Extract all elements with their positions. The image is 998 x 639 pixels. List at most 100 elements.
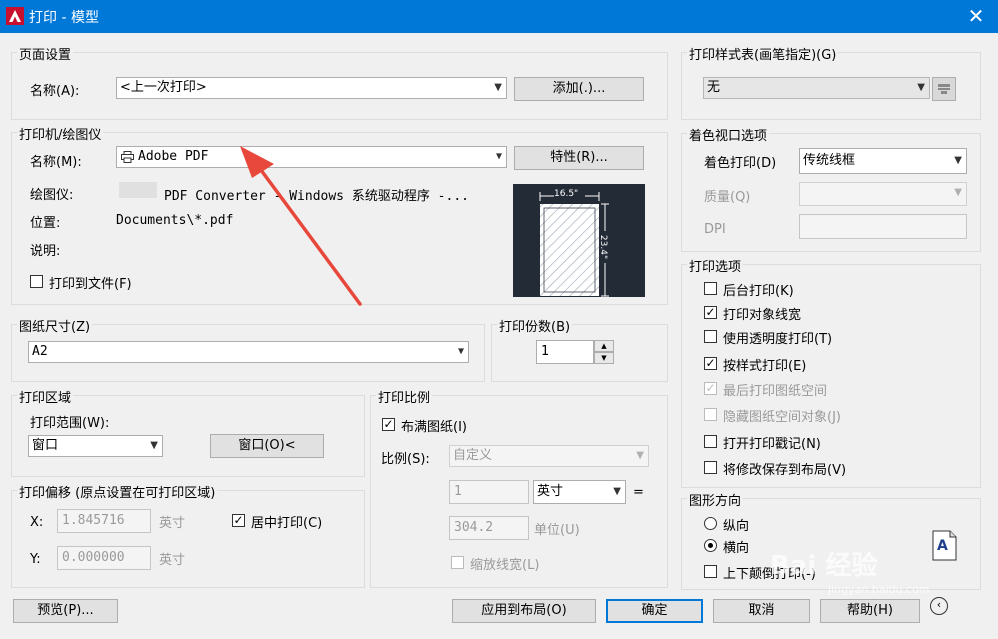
collapse-options-icon[interactable]: ‹ xyxy=(930,597,948,615)
portrait-radio[interactable] xyxy=(704,517,717,530)
description-label: 说明: xyxy=(30,244,61,259)
plot-option-label: 打开打印戳记(N) xyxy=(723,437,821,452)
offset-y-input[interactable]: 0.000000 xyxy=(57,546,151,570)
plot-option-label: 打印对象线宽 xyxy=(723,308,802,323)
quality-label: 质量(Q) xyxy=(704,190,751,205)
shade-plot-dropdown[interactable]: 传统线框 ▼ xyxy=(799,148,967,174)
spin-up-icon[interactable]: ▲ xyxy=(594,340,614,352)
plot-options-legend: 打印选项 xyxy=(687,256,744,275)
chevron-down-icon: ▼ xyxy=(613,486,621,497)
equals-sign: = xyxy=(633,485,644,500)
cancel-button[interactable]: 取消 xyxy=(713,599,810,623)
window-select-button[interactable]: 窗口(O)< xyxy=(210,434,324,458)
fit-to-paper-checkbox[interactable]: ✓ xyxy=(382,418,395,431)
copies-legend: 打印份数(B) xyxy=(497,316,573,335)
page-setup-name-label: 名称(A): xyxy=(30,84,80,99)
paper-size-value: A2 xyxy=(32,344,48,359)
plot-option-checkbox[interactable] xyxy=(704,330,717,343)
paper-size-dropdown[interactable]: A2 ▼ xyxy=(28,341,469,363)
scale-lineweights-checkbox[interactable] xyxy=(451,556,464,569)
shaded-viewport-legend: 着色视口选项 xyxy=(687,125,770,144)
plot-option-checkbox[interactable]: ✓ xyxy=(704,357,717,370)
copies-input[interactable]: 1 xyxy=(536,340,594,364)
edit-plot-style-button[interactable] xyxy=(932,77,956,101)
center-plot-label: 居中打印(C) xyxy=(251,516,323,531)
orientation-page-icon: A xyxy=(932,530,957,561)
checkmark-icon: ✓ xyxy=(705,305,716,319)
portrait-label: 纵向 xyxy=(723,519,750,534)
plot-option-checkbox[interactable]: ✓ xyxy=(704,382,717,395)
plot-option-checkbox[interactable] xyxy=(704,461,717,474)
dpi-input[interactable] xyxy=(799,214,967,239)
page-setup-name-value: <上一次打印> xyxy=(120,80,207,95)
plot-to-file-checkbox[interactable] xyxy=(30,275,43,288)
plot-offset-group xyxy=(11,490,365,588)
offset-x-input[interactable]: 1.845716 xyxy=(57,509,151,533)
landscape-radio[interactable] xyxy=(704,539,717,552)
plot-offset-legend: 打印偏移 (原点设置在可打印区域) xyxy=(17,482,218,501)
watermark-url: jingyan.baidu.com xyxy=(828,583,930,596)
apply-to-layout-button[interactable]: 应用到布局(O) xyxy=(452,599,596,623)
preview-button[interactable]: 预览(P)... xyxy=(13,599,118,623)
plot-option-label: 使用透明度打印(T) xyxy=(723,332,833,347)
plot-option-checkbox[interactable] xyxy=(704,408,717,421)
scale-unit-dropdown[interactable]: 英寸 ▼ xyxy=(533,480,626,504)
plotter-name-value: Adobe PDF xyxy=(138,149,209,164)
plotter-properties-button[interactable]: 特性(R)... xyxy=(514,146,644,170)
paper-preview: 16.5" 23.4" xyxy=(513,184,645,297)
watermark-logo: Bai 经验 xyxy=(770,551,878,581)
checkmark-icon: ✓ xyxy=(233,513,244,527)
paper-preview-graphic xyxy=(539,189,612,297)
window-title: 打印 - 模型 xyxy=(29,10,99,26)
plot-style-edit-icon xyxy=(938,84,950,94)
ok-button[interactable]: 确定 xyxy=(606,599,703,623)
scale-label: 比例(S): xyxy=(381,452,430,467)
offset-y-label: Y: xyxy=(30,552,41,567)
offset-y-unit: 英寸 xyxy=(159,553,186,568)
help-button[interactable]: 帮助(H) xyxy=(820,599,920,623)
shade-plot-label: 着色打印(D) xyxy=(704,156,777,171)
close-icon[interactable]: ✕ xyxy=(954,0,998,33)
page-setup-name-dropdown[interactable]: <上一次打印> ▼ xyxy=(116,77,507,99)
add-page-setup-button[interactable]: 添加(.)... xyxy=(514,77,644,101)
plot-option-checkbox[interactable] xyxy=(704,435,717,448)
copies-spinner[interactable]: ▲ ▼ xyxy=(594,340,614,364)
chevron-down-icon: ▼ xyxy=(954,187,962,198)
chevron-down-icon: ▼ xyxy=(495,151,502,162)
scale-lineweights-label: 缩放线宽(L) xyxy=(470,558,540,573)
paper-height-label: 23.4" xyxy=(598,234,609,260)
paper-width-label: 16.5" xyxy=(554,189,579,199)
landscape-label: 横向 xyxy=(723,541,750,556)
location-value: Documents\*.pdf xyxy=(116,213,234,228)
scale-value1-input[interactable]: 1 xyxy=(449,480,529,504)
scale-dropdown[interactable]: 自定义 ▼ xyxy=(449,445,649,467)
checkmark-icon: ✓ xyxy=(383,417,394,431)
paper-size-legend: 图纸尺寸(Z) xyxy=(17,316,93,335)
page-setup-legend: 页面设置 xyxy=(17,44,74,63)
orientation-letter: A xyxy=(937,538,948,554)
radio-selected-dot xyxy=(708,543,713,548)
plot-style-legend: 打印样式表(画笔指定)(G) xyxy=(687,44,839,63)
upside-down-checkbox[interactable] xyxy=(704,565,717,578)
plot-option-label: 最后打印图纸空间 xyxy=(723,384,828,399)
plotter-legend: 打印机/绘图仪 xyxy=(17,124,104,143)
quality-dropdown[interactable]: ▼ xyxy=(799,182,967,206)
plot-option-label: 后台打印(K) xyxy=(723,284,794,299)
scale-value: 自定义 xyxy=(453,448,493,463)
checkmark-icon: ✓ xyxy=(705,381,716,395)
plot-option-label: 隐藏图纸空间对象(J) xyxy=(723,410,841,425)
dpi-label: DPI xyxy=(704,222,726,237)
scale-value2-input[interactable]: 304.2 xyxy=(449,516,529,540)
plot-range-dropdown[interactable]: 窗口 ▼ xyxy=(28,435,163,457)
plot-style-dropdown[interactable]: 无 ▼ xyxy=(703,77,930,99)
plot-scale-legend: 打印比例 xyxy=(376,387,433,406)
plot-option-checkbox[interactable] xyxy=(704,282,717,295)
plot-option-label: 按样式打印(E) xyxy=(723,359,807,374)
center-plot-checkbox[interactable]: ✓ xyxy=(232,514,245,527)
plot-option-checkbox[interactable]: ✓ xyxy=(704,306,717,319)
annotation-arrow xyxy=(240,146,362,306)
chevron-down-icon: ▼ xyxy=(457,346,464,357)
spin-down-icon[interactable]: ▼ xyxy=(594,352,614,364)
autocad-app-icon xyxy=(6,7,24,25)
plotter-label: 绘图仪: xyxy=(30,188,74,203)
